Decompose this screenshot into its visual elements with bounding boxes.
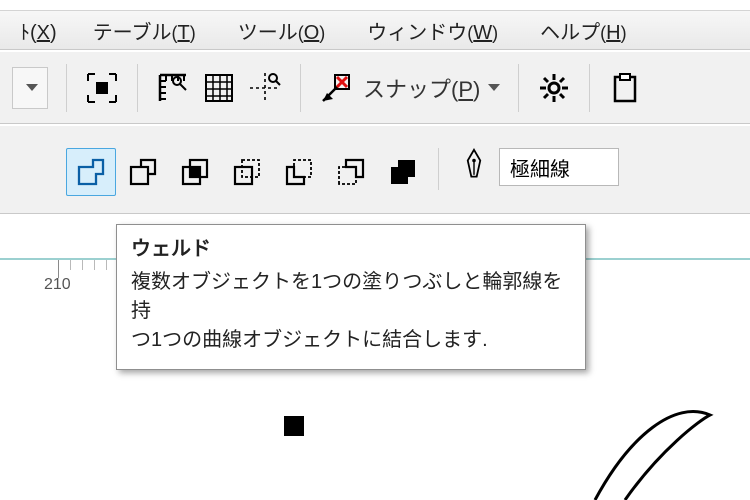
- menu-fragment-post: ): [50, 22, 57, 45]
- menu-label: ヘルプ: [540, 16, 600, 45]
- separator: [137, 64, 138, 112]
- ruler-tick: [82, 260, 83, 270]
- trim-button[interactable]: [118, 148, 168, 196]
- intersect-icon: [178, 155, 212, 189]
- chevron-down-icon: [26, 84, 38, 91]
- snap-label: スナップ(P): [363, 72, 480, 104]
- menu-item-tools[interactable]: ツール(O): [238, 16, 326, 45]
- separator: [518, 64, 519, 112]
- boundary-icon: [386, 155, 420, 189]
- grid-toggle-button[interactable]: [202, 65, 236, 111]
- snap-target-button[interactable]: [319, 65, 353, 111]
- weld-icon: [74, 155, 108, 189]
- menubar: ﾄ(X) テーブル(T) ツール(O) ウィンドウ(W) ヘルプ(H): [0, 10, 750, 50]
- snap-dropdown[interactable]: スナップ(P): [363, 65, 500, 111]
- gear-icon: [537, 71, 571, 105]
- separator: [438, 148, 439, 190]
- ruler-corner-icon: [156, 71, 190, 105]
- canvas-handle-square[interactable]: [284, 416, 304, 436]
- ruler-tick: [70, 260, 71, 270]
- ruler-label-210: 210: [44, 276, 71, 294]
- front-minus-back-button[interactable]: [274, 148, 324, 196]
- menu-fragment-key: X: [37, 22, 50, 45]
- tooltip-body-line: 複数オブジェクトを1つの塗りつぶしと輪郭線を持: [131, 268, 571, 326]
- full-extent-icon: [85, 71, 119, 105]
- settings-button[interactable]: [537, 65, 571, 111]
- back-minus-front-icon: [334, 155, 368, 189]
- chevron-down-icon: [488, 84, 500, 91]
- tooltip-title: ウェルド: [131, 235, 571, 264]
- menu-item-fragment[interactable]: ﾄ(X): [20, 16, 57, 45]
- menu-fragment-pre: ﾄ(: [20, 16, 37, 45]
- ruler-tick: [106, 260, 107, 270]
- outline-pen-button[interactable]: [461, 148, 487, 182]
- outline-width-value: 極細線: [510, 153, 570, 182]
- weld-button[interactable]: [66, 148, 116, 196]
- menu-label: テーブル: [93, 16, 172, 45]
- menu-key: H: [606, 22, 620, 45]
- menu-key: O: [304, 22, 320, 45]
- grid-icon: [202, 71, 236, 105]
- menu-key: W: [473, 22, 492, 45]
- menu-item-help[interactable]: ヘルプ(H): [540, 16, 626, 45]
- dropdown-button[interactable]: [12, 67, 48, 109]
- snap-target-icon: [319, 71, 353, 105]
- intersect-button[interactable]: [170, 148, 220, 196]
- clipboard-button[interactable]: [608, 65, 642, 111]
- ruler-tick: [94, 260, 95, 270]
- guide-cross-icon: [248, 71, 282, 105]
- toolbar-shaping: 極細線: [0, 126, 750, 214]
- full-extent-button[interactable]: [85, 65, 119, 111]
- trim-icon: [126, 155, 160, 189]
- front-minus-back-icon: [282, 155, 316, 189]
- tooltip: ウェルド 複数オブジェクトを1つの塗りつぶしと輪郭線を持 つ1つの曲線オブジェク…: [116, 224, 586, 370]
- menu-item-table[interactable]: テーブル(T): [93, 16, 196, 45]
- menu-key: T: [178, 22, 190, 45]
- simplify-icon: [230, 155, 264, 189]
- separator: [300, 64, 301, 112]
- back-minus-front-button[interactable]: [326, 148, 376, 196]
- menu-label: ウィンドウ: [367, 16, 467, 45]
- guides-toggle-button[interactable]: [248, 65, 282, 111]
- separator: [589, 64, 590, 112]
- pen-nib-icon: [461, 148, 487, 182]
- outline-width-select[interactable]: 極細線: [499, 148, 619, 186]
- clipboard-icon: [608, 71, 642, 105]
- menu-item-window[interactable]: ウィンドウ(W): [367, 16, 498, 45]
- ruler-toggle-button[interactable]: [156, 65, 190, 111]
- menu-label: ツール: [238, 16, 298, 45]
- toolbar-main: スナップ(P): [0, 52, 750, 124]
- canvas-curve[interactable]: [590, 405, 730, 500]
- tooltip-body-line: つ1つの曲線オブジェクトに結合します.: [131, 326, 571, 355]
- separator: [66, 64, 67, 112]
- boundary-button[interactable]: [378, 148, 428, 196]
- simplify-button[interactable]: [222, 148, 272, 196]
